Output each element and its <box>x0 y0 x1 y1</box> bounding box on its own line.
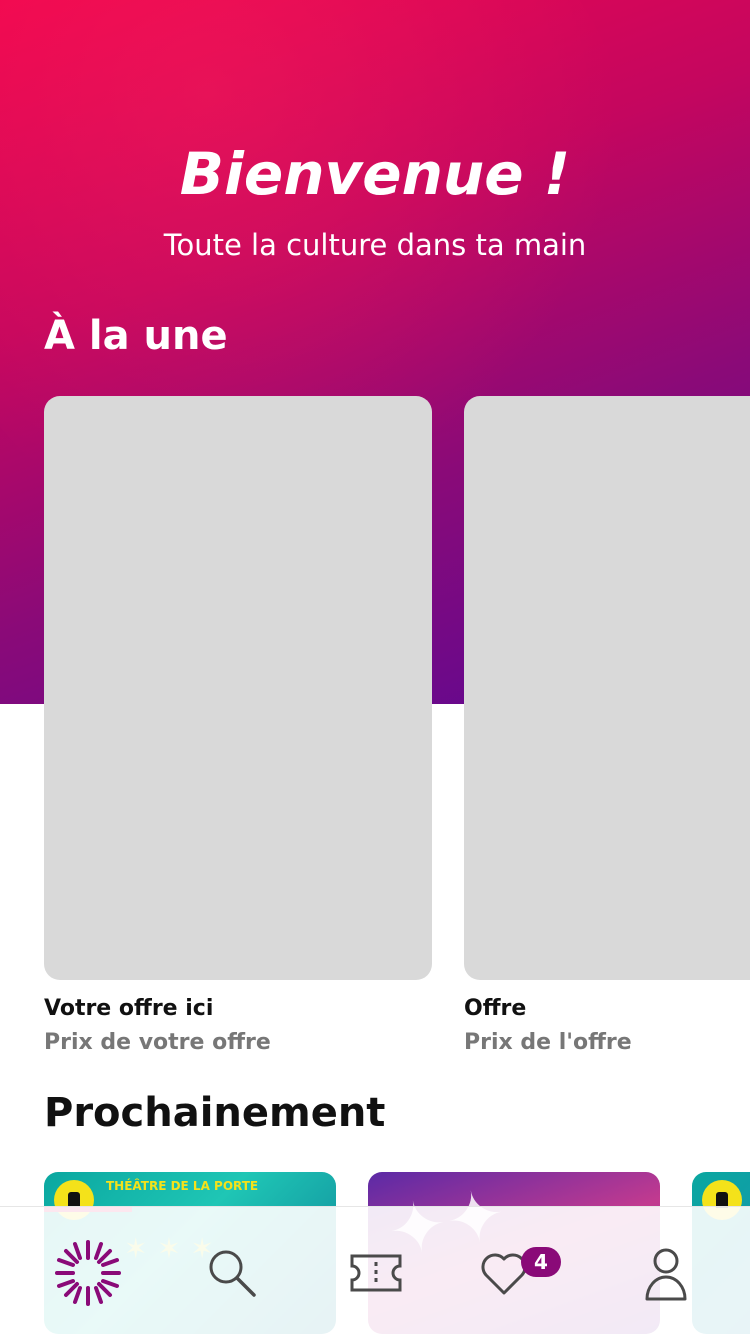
bottom-tab-bar <box>0 1206 750 1335</box>
tab-search[interactable] <box>194 1235 270 1311</box>
tab-home[interactable] <box>50 1235 126 1311</box>
page-subtitle: Toute la culture dans ta main <box>163 228 587 262</box>
search-icon <box>209 1250 256 1297</box>
featured-heading: À la une <box>44 313 228 359</box>
tab-bookings[interactable] <box>338 1235 414 1311</box>
featured-offer-card-image[interactable] <box>44 396 432 980</box>
offer-price: Prix de votre offre <box>44 1030 271 1055</box>
ticket-icon <box>350 1254 402 1292</box>
venue-name: THÉÂTRE DE LA PORTE <box>106 1179 259 1193</box>
offer-title[interactable]: Offre <box>464 996 526 1021</box>
upcoming-heading: Prochainement <box>44 1090 386 1136</box>
tab-profile[interactable] <box>628 1235 704 1311</box>
offer-title[interactable]: Votre offre ici <box>44 996 213 1021</box>
page-title: Bienvenue ! <box>179 140 571 208</box>
offer-price: Prix de l'offre <box>464 1030 632 1055</box>
user-icon <box>645 1248 687 1301</box>
featured-offer-card-image[interactable] <box>464 396 750 980</box>
favorites-count-badge: 4 <box>521 1247 561 1277</box>
sun-logo-icon <box>55 1240 121 1306</box>
